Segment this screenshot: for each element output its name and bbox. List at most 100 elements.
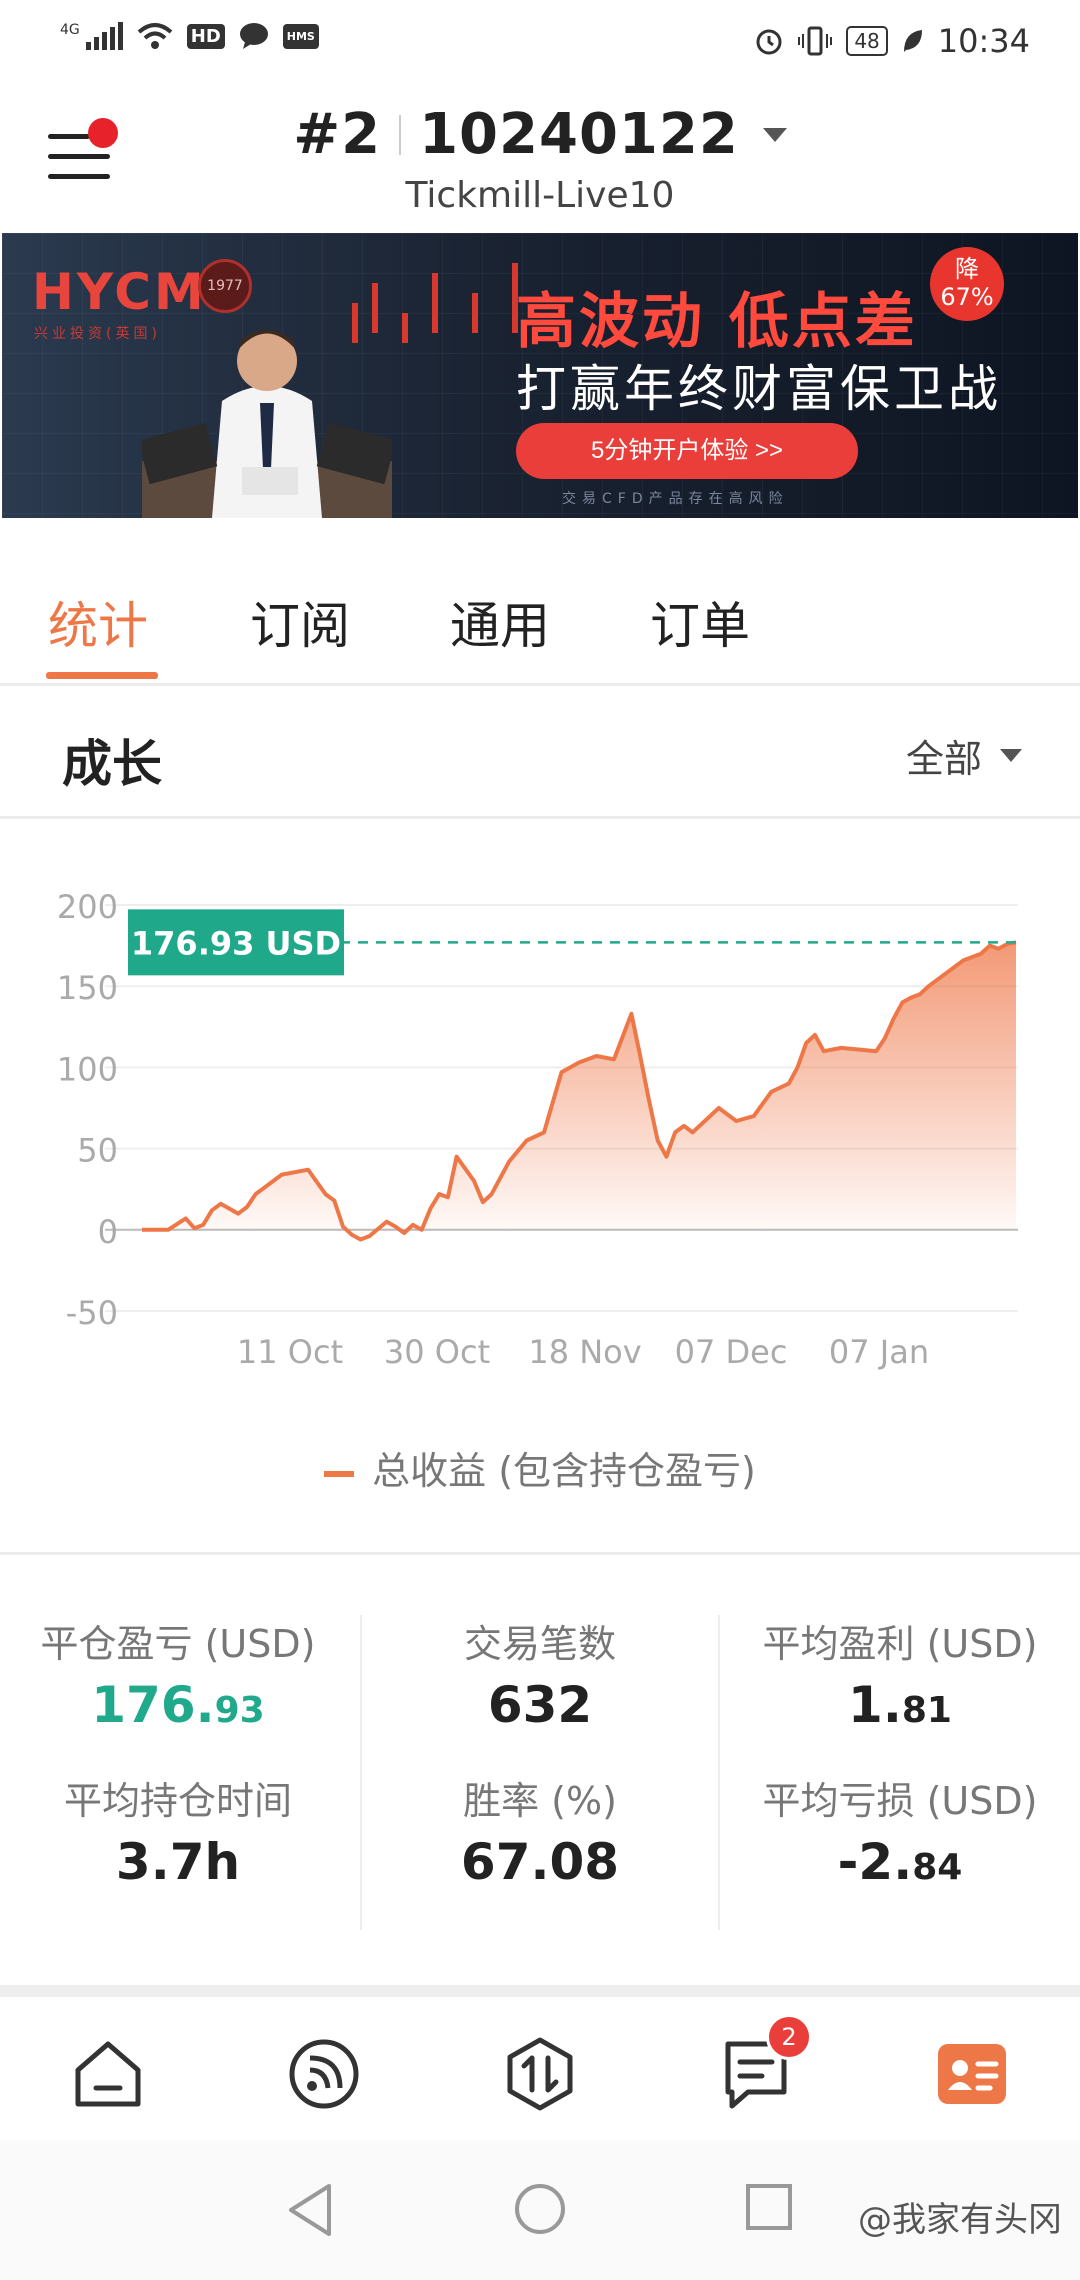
ad-headline: 高波动 低点差 xyxy=(516,287,918,357)
status-right: 48 10:34 xyxy=(754,22,1030,60)
ad-banner[interactable]: HYCM 兴业投资(英国) 1977 高波动 低点差 降 67% 打赢年终财富保… xyxy=(2,233,1078,518)
badge-line-2: 67% xyxy=(940,283,994,311)
system-nav-bar: @我家有头冈 xyxy=(0,2140,1080,2280)
stat-value: 632 xyxy=(362,1676,718,1734)
growth-chart-svg: 200 150 100 50 0 -50 11 Oct 30 Oct 18 Nov 07 Dec 0… xyxy=(57,888,1018,1371)
clock: 10:34 xyxy=(937,22,1030,60)
stat-item: 平仓盈亏 (USD) 176.93 xyxy=(0,1613,356,1734)
ad-subline: 打赢年终财富保卫战 xyxy=(516,360,1002,418)
stat-label: 平均亏损 (USD) xyxy=(762,1779,1038,1823)
chevron-down-icon[interactable] xyxy=(762,127,787,142)
stat-value-int: 1. xyxy=(848,1676,902,1734)
feed-icon xyxy=(289,2039,359,2109)
status-bar: 4G HD HMS 48 10:34 xyxy=(0,0,1080,90)
trade-icon xyxy=(507,2037,573,2111)
tab-bar: 统计 订阅 通用 订单 xyxy=(0,518,1080,686)
stats-panel: 平仓盈亏 (USD) 176.93 平均持仓时间 3.7h 交易笔数 632 胜率 (%) 6… xyxy=(0,1552,1080,1985)
nav-profile[interactable] xyxy=(934,2036,1010,2112)
signal-icon xyxy=(85,22,123,50)
section-title: 成长 xyxy=(62,735,162,793)
stat-column: 平均盈利 (USD) 1.81 平均亏损 (USD) -2.84 xyxy=(722,1555,1078,1985)
section-gap xyxy=(0,1985,1080,1997)
hms-icon: HMS xyxy=(282,23,319,49)
stats-divider xyxy=(718,1615,720,1930)
badge-line-1: 降 xyxy=(955,255,979,283)
wifi-icon xyxy=(137,23,173,49)
stat-label: 胜率 (%) xyxy=(463,1779,617,1823)
stat-item: 平均盈利 (USD) 1.81 xyxy=(722,1613,1078,1734)
messages-badge: 2 xyxy=(766,2014,812,2060)
tab-general[interactable]: 通用 xyxy=(450,586,550,658)
home-button-icon[interactable] xyxy=(513,2182,567,2236)
nav-feed[interactable] xyxy=(286,2036,362,2112)
stat-value-int: 632 xyxy=(487,1676,593,1734)
stat-item: 平均亏损 (USD) -2.84 xyxy=(722,1770,1078,1891)
stat-value-int: 67.08 xyxy=(460,1833,620,1891)
stat-value: 176.93 xyxy=(0,1676,356,1734)
ad-cta-button[interactable]: 5分钟开户体验 >> xyxy=(516,423,858,479)
account-id: 10240122 xyxy=(419,102,739,167)
range-filter-dropdown[interactable]: 全部 xyxy=(906,728,1022,783)
profile-icon xyxy=(938,2044,1006,2104)
stat-value-dec: 84 xyxy=(912,1847,963,1888)
stat-value: 3.7h xyxy=(0,1833,356,1891)
stat-item: 交易笔数 632 xyxy=(362,1613,718,1734)
filter-label: 全部 xyxy=(905,737,982,781)
x-tick-label: 11 Oct xyxy=(237,1333,343,1371)
stat-value-int: 3.7h xyxy=(115,1833,241,1891)
stat-value-dec: 81 xyxy=(901,1690,952,1731)
y-tick-label: -50 xyxy=(66,1294,118,1332)
stat-item: 胜率 (%) 67.08 xyxy=(362,1770,718,1891)
y-tick-label: 0 xyxy=(98,1213,118,1251)
stat-label: 平均盈利 (USD) xyxy=(762,1622,1038,1666)
hd-icon: HD xyxy=(186,23,225,49)
account-selector[interactable]: #2 10240122 Tickmill-Live10 xyxy=(0,102,1080,216)
leaf-icon xyxy=(903,30,922,52)
chart-legend: 总收益 (包含持仓盈亏) xyxy=(0,1440,1080,1495)
y-tick-label: 150 xyxy=(57,969,118,1007)
x-tick-label: 07 Jan xyxy=(829,1333,929,1371)
stat-column: 平仓盈亏 (USD) 176.93 平均持仓时间 3.7h xyxy=(0,1555,356,1985)
stat-value: -2.84 xyxy=(722,1833,1078,1891)
stat-value-int: 176. xyxy=(91,1676,215,1734)
back-icon[interactable] xyxy=(285,2182,335,2238)
divider xyxy=(399,114,402,155)
stat-value: 1.81 xyxy=(722,1676,1078,1734)
tab-orders[interactable]: 订单 xyxy=(650,586,750,658)
y-tick-label: 50 xyxy=(77,1132,118,1170)
watermark: @我家有头冈 xyxy=(858,2200,1062,2240)
stat-value: 67.08 xyxy=(362,1833,718,1891)
network-label: 4G xyxy=(60,22,80,38)
server-name: Tickmill-Live10 xyxy=(405,175,675,216)
stat-label: 交易笔数 xyxy=(463,1622,616,1666)
app-header: #2 10240122 Tickmill-Live10 xyxy=(0,90,1080,235)
growth-section-header: 成长 全部 xyxy=(0,686,1080,819)
nav-trade[interactable] xyxy=(502,2036,578,2112)
stat-label: 平均持仓时间 xyxy=(63,1779,292,1823)
legend-label: 总收益 (包含持仓盈亏) xyxy=(372,1449,756,1493)
stat-value-dec: 93 xyxy=(214,1690,265,1731)
battery-icon: 48 xyxy=(846,26,888,56)
stat-label: 平仓盈亏 (USD) xyxy=(40,1622,316,1666)
legend-swatch xyxy=(324,1470,355,1477)
nav-home[interactable] xyxy=(70,2036,146,2112)
tab-active-indicator xyxy=(46,672,158,679)
tab-subscribe[interactable]: 订阅 xyxy=(250,586,350,658)
ad-disclaimer: 交易CFD产品存在高风险 xyxy=(562,491,789,507)
x-tick-label: 30 Oct xyxy=(384,1333,490,1371)
ad-discount-badge: 降 67% xyxy=(930,247,1004,321)
home-icon xyxy=(75,2041,141,2107)
stat-item: 平均持仓时间 3.7h xyxy=(0,1770,356,1891)
message-icon xyxy=(239,23,268,49)
nav-messages[interactable]: 2 xyxy=(718,2014,812,2112)
recents-icon[interactable] xyxy=(744,2182,794,2232)
stats-divider xyxy=(360,1615,362,1930)
stat-value-int: -2. xyxy=(837,1833,913,1891)
account-number: #2 xyxy=(293,102,382,167)
bottom-nav: 2 xyxy=(0,1998,1080,2138)
x-tick-label: 07 Dec xyxy=(675,1333,788,1371)
status-left: 4G HD HMS xyxy=(60,22,319,50)
growth-chart: 200 150 100 50 0 -50 11 Oct 30 Oct 18 Nov 07 Dec 0… xyxy=(0,818,1080,1550)
tab-stats[interactable]: 统计 xyxy=(48,586,148,658)
current-value-label: 176.93 USD xyxy=(131,924,341,962)
